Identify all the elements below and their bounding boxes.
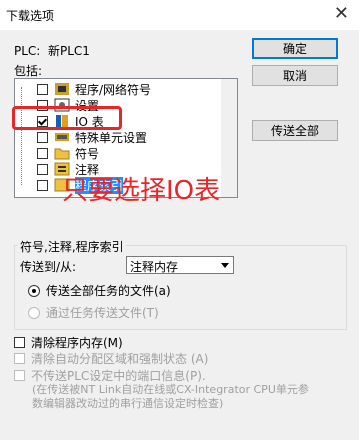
checkbox[interactable] (14, 337, 25, 348)
close-icon[interactable]: ✕ (334, 3, 349, 24)
tree-item-label: 特殊单元设置 (75, 130, 148, 145)
plc-info: PLC: 新PLC1 (14, 42, 90, 59)
ok-button[interactable]: 确定 (252, 38, 338, 59)
symbol-icon (54, 146, 70, 160)
option-clear-program[interactable]: 清除程序内存(M) (14, 334, 123, 351)
transfer-select[interactable]: 注释内存 (126, 256, 234, 274)
checkbox[interactable] (37, 131, 48, 143)
radio-transfer-task[interactable]: 通过任务传送文件(T) (28, 304, 159, 321)
radio-button[interactable] (28, 306, 40, 319)
tree-scrollbar[interactable] (221, 79, 237, 197)
tree-connector (21, 87, 22, 185)
chevron-down-icon (217, 257, 233, 273)
annotation-text: 只要选择IO表 (62, 176, 221, 206)
transfer-label: 传送到/从: (20, 260, 77, 274)
radio-label: 传送全部任务的文件(a) (46, 284, 171, 298)
transfer-select-value: 注释内存 (130, 260, 179, 274)
include-label: 包括: (14, 64, 43, 78)
tree-item-label: 符号 (75, 146, 100, 161)
checkbox[interactable] (37, 163, 48, 175)
tree-item-symbol[interactable]: 符号 (37, 145, 99, 161)
checkbox[interactable] (37, 147, 48, 159)
option-clear-auto[interactable]: 清除自动分配区域和强制状态 (A) (14, 350, 208, 367)
checkbox[interactable] (37, 179, 48, 191)
option-label: 清除自动分配区域和强制状态 (A) (31, 352, 209, 366)
checkbox[interactable] (37, 83, 48, 95)
window-title: 下载选项 (6, 9, 55, 23)
tree-item-program[interactable]: 程序/网络符号 (37, 81, 151, 97)
tree-item-special-unit[interactable]: 特殊单元设置 (37, 129, 147, 145)
checkbox[interactable] (14, 353, 25, 364)
cancel-button[interactable]: 取消 (252, 65, 338, 86)
highlight-box (12, 106, 122, 130)
radio-button-selected[interactable] (28, 284, 40, 297)
special-unit-icon (54, 130, 70, 144)
plc-name: 新PLC1 (47, 44, 90, 58)
plc-label: PLC: (14, 44, 41, 58)
radio-label: 通过任务传送文件(T) (46, 306, 159, 320)
title-bar: 下载选项 ✕ (0, 0, 359, 30)
transfer-all-button[interactable]: 传送全部 (252, 120, 338, 141)
checkbox[interactable] (14, 370, 25, 381)
program-icon (54, 82, 70, 96)
tree-item-label: 程序/网络符号 (75, 82, 152, 97)
radio-transfer-all[interactable]: 传送全部任务的文件(a) (28, 282, 171, 299)
group-title: 符号,注释,程序索引 (18, 238, 126, 255)
option-label: 清除程序内存(M) (31, 336, 123, 350)
option-note-2: 数编辑器改动过的串行通信设定时检查) (32, 397, 224, 410)
